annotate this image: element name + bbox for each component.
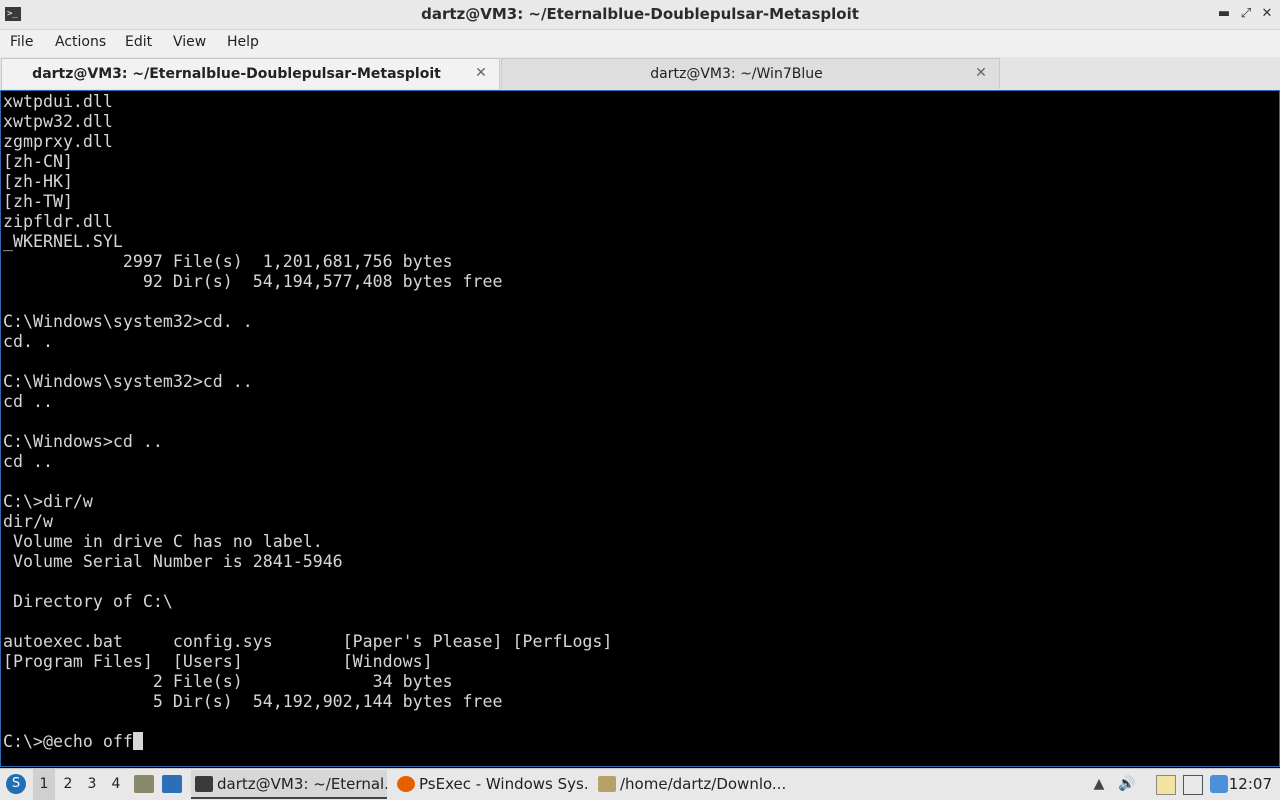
- task-terminal[interactable]: dartz@VM3: ~/Eternal...: [191, 770, 387, 799]
- tab-eternalblue[interactable]: dartz@VM3: ~/Eternalblue-Doublepulsar-Me…: [1, 58, 500, 89]
- menu-help[interactable]: Help: [227, 30, 259, 57]
- terminal-line: Volume Serial Number is 2841-5946: [3, 552, 343, 571]
- tab-close-icon[interactable]: ✕: [473, 65, 489, 81]
- terminal-line: zipfldr.dll: [3, 212, 113, 231]
- firefox-icon: [397, 776, 415, 792]
- tab-win7blue[interactable]: dartz@VM3: ~/Win7Blue ✕: [501, 58, 1000, 89]
- workspace-3[interactable]: 3: [81, 769, 103, 800]
- workspace-1[interactable]: 1: [33, 769, 55, 800]
- task-label: /home/dartz/Downlo...: [620, 775, 787, 793]
- terminal-line: C:\Windows\system32>cd. .: [3, 312, 253, 331]
- volume-icon[interactable]: 🔊: [1118, 775, 1136, 793]
- minimize-button[interactable]: ▬: [1214, 4, 1234, 24]
- task-firefox[interactable]: PsExec - Windows Sys...: [393, 770, 589, 799]
- taskbar: S 1 2 3 4 dartz@VM3: ~/Eternal... PsExec…: [0, 768, 1280, 800]
- tray-arrow-icon[interactable]: ▲: [1090, 775, 1108, 793]
- terminal-line: Volume in drive C has no label.: [3, 532, 323, 551]
- tab-label: dartz@VM3: ~/Eternalblue-Doublepulsar-Me…: [32, 66, 441, 82]
- menu-view[interactable]: View: [173, 30, 206, 57]
- close-window-button[interactable]: ✕: [1257, 4, 1277, 24]
- tab-label: dartz@VM3: ~/Win7Blue: [650, 66, 823, 82]
- terminal-line: 2 File(s) 34 bytes: [3, 672, 453, 691]
- terminal-line: _WKERNEL.SYL: [3, 232, 123, 251]
- terminal-icon: [195, 776, 213, 792]
- clock: 12:07: [1228, 775, 1272, 793]
- terminal-line: cd. .: [3, 332, 53, 351]
- network-icon[interactable]: [1210, 775, 1228, 793]
- menu-edit[interactable]: Edit: [125, 30, 152, 57]
- terminal-line: C:\>dir/w: [3, 492, 93, 511]
- maximize-button[interactable]: ⤢: [1236, 4, 1256, 24]
- workspace-4[interactable]: 4: [105, 769, 127, 800]
- menu-bar: File Actions Edit View Help: [0, 30, 1280, 57]
- terminal-line: 92 Dir(s) 54,194,577,408 bytes free: [3, 272, 503, 291]
- workspace-2[interactable]: 2: [57, 769, 79, 800]
- archive-icon: [598, 776, 616, 792]
- tab-bar: dartz@VM3: ~/Eternalblue-Doublepulsar-Me…: [0, 57, 1280, 90]
- tab-close-icon[interactable]: ✕: [973, 65, 989, 81]
- terminal-line: [zh-HK]: [3, 172, 73, 191]
- terminal-line: autoexec.bat config.sys [Paper's Please]…: [3, 632, 613, 651]
- file-manager-icon[interactable]: [134, 775, 154, 793]
- task-label: dartz@VM3: ~/Eternal...: [217, 775, 387, 793]
- menu-actions[interactable]: Actions: [55, 30, 106, 57]
- start-menu-icon[interactable]: S: [6, 774, 26, 794]
- keyboard-icon[interactable]: [1183, 775, 1203, 795]
- terminal-line: [zh-TW]: [3, 192, 73, 211]
- menu-file[interactable]: File: [10, 30, 33, 57]
- show-desktop-icon[interactable]: [162, 775, 182, 793]
- clipboard-icon[interactable]: [1156, 775, 1176, 795]
- terminal-line: 2997 File(s) 1,201,681,756 bytes: [3, 252, 453, 271]
- terminal-line: xwtpdui.dll: [3, 92, 113, 111]
- task-archive[interactable]: /home/dartz/Downlo...: [594, 770, 790, 799]
- terminal-line: C:\Windows\system32>cd ..: [3, 372, 253, 391]
- terminal-line: Directory of C:\: [3, 592, 173, 611]
- window-title: dartz@VM3: ~/Eternalblue-Doublepulsar-Me…: [421, 5, 859, 23]
- terminal-line: cd ..: [3, 392, 53, 411]
- terminal-line: cd ..: [3, 452, 53, 471]
- window-titlebar: >_ dartz@VM3: ~/Eternalblue-Doublepulsar…: [0, 0, 1280, 30]
- terminal-line: dir/w: [3, 512, 53, 531]
- terminal-text: xwtpdui.dll xwtpw32.dll zgmprxy.dll [zh-…: [3, 92, 612, 752]
- terminal-line: [zh-CN]: [3, 152, 73, 171]
- terminal-output-area[interactable]: xwtpdui.dll xwtpw32.dll zgmprxy.dll [zh-…: [0, 90, 1280, 767]
- terminal-line: [Program Files] [Users] [Windows]: [3, 652, 433, 671]
- task-label: PsExec - Windows Sys...: [419, 775, 589, 793]
- terminal-cursor: [132, 732, 143, 750]
- terminal-line: xwtpw32.dll: [3, 112, 113, 131]
- terminal-line: C:\>@echo off: [3, 732, 133, 751]
- terminal-line: 5 Dir(s) 54,192,902,144 bytes free: [3, 692, 503, 711]
- terminal-line: C:\Windows>cd ..: [3, 432, 163, 451]
- terminal-line: zgmprxy.dll: [3, 132, 113, 151]
